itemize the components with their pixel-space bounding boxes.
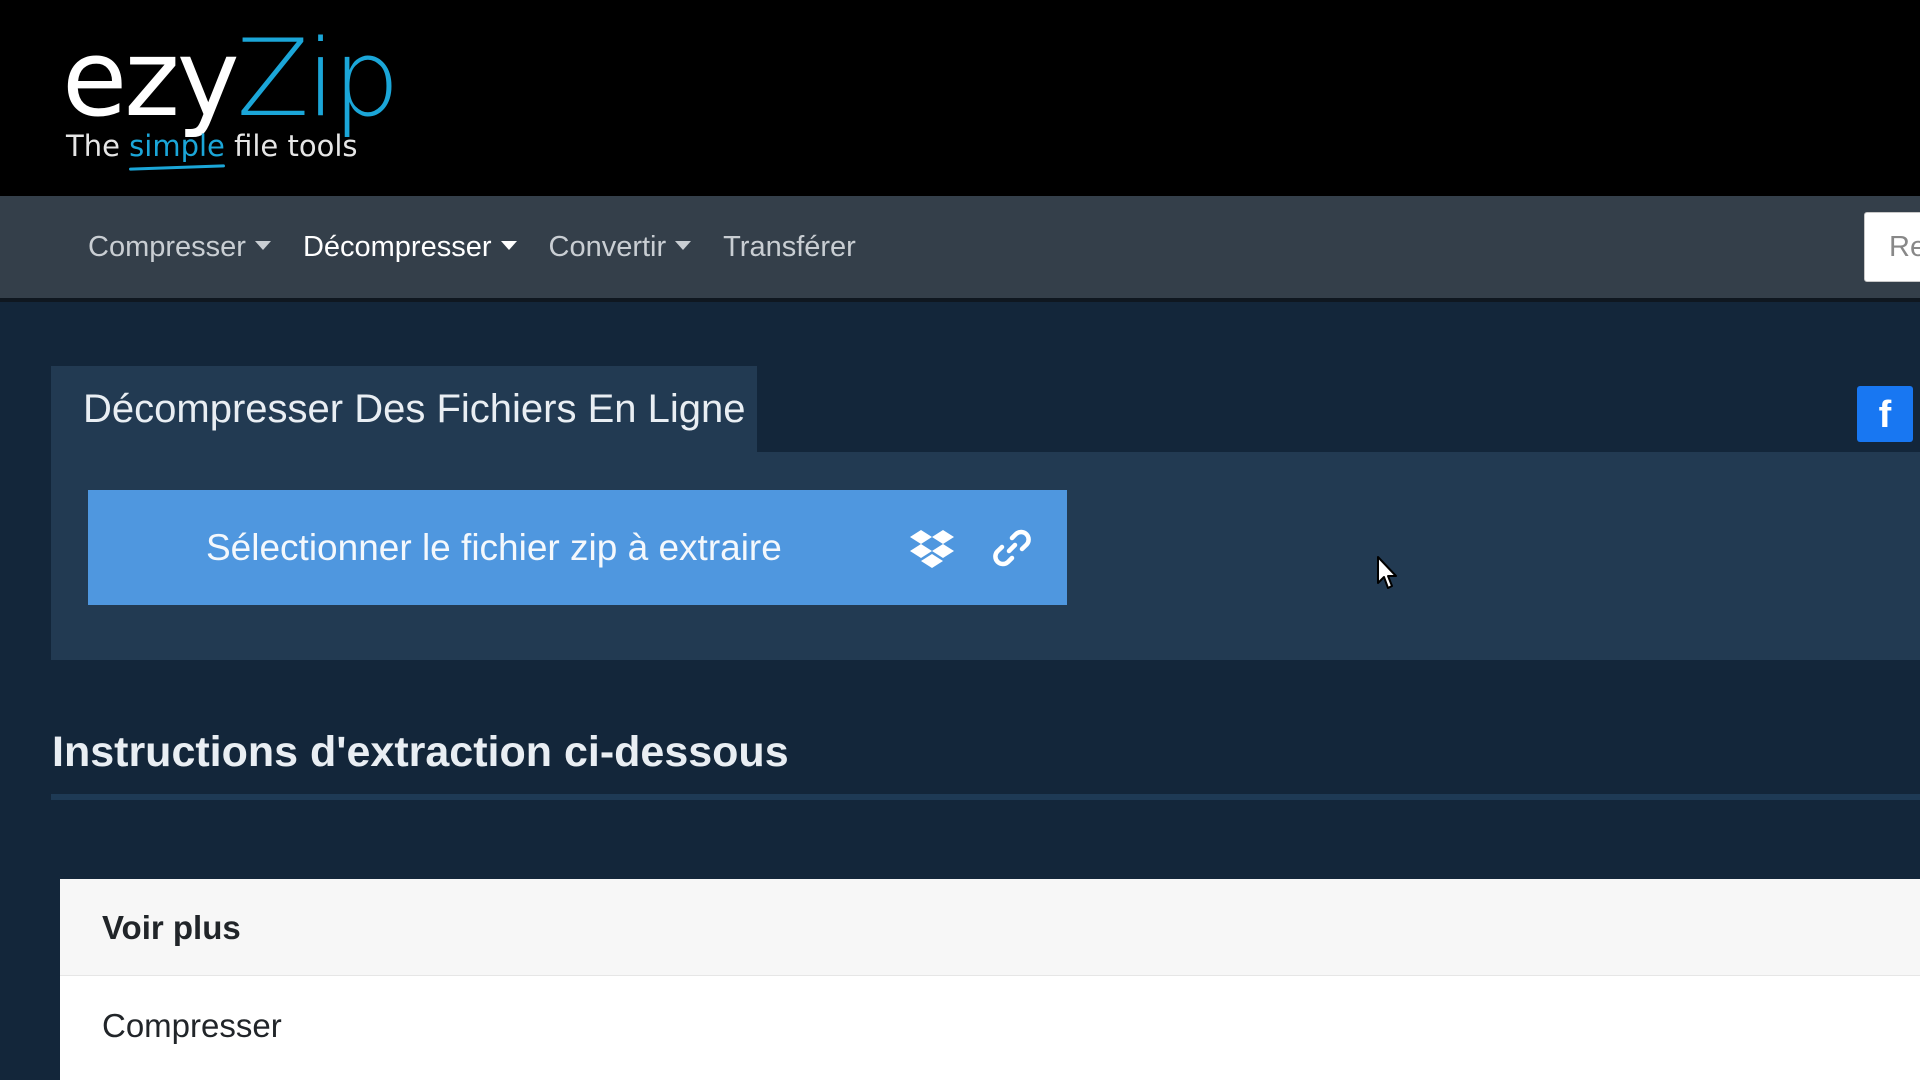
see-more-title: Voir plus [102, 909, 241, 946]
see-more-header: Voir plus [60, 879, 1920, 976]
facebook-icon: f [1878, 394, 1892, 436]
nav-item-label: Convertir [548, 230, 667, 263]
logo-wordmark-part1: ezy [62, 17, 240, 140]
dropbox-icon[interactable] [910, 526, 954, 570]
ezyzip-logo[interactable]: ezyZip The simple file tools [62, 14, 400, 174]
heading-divider [51, 794, 1920, 800]
logo-wordmark: ezyZip [62, 14, 400, 144]
facebook-share-button[interactable]: f [1857, 386, 1913, 442]
nav-list: Compresser Décompresser Convertir Transf… [88, 196, 888, 298]
nav-item-label: Compresser [88, 230, 246, 263]
search-input[interactable]: Re [1864, 212, 1920, 282]
select-zip-file-button[interactable]: Sélectionner le fichier zip à extraire [88, 490, 1067, 605]
nav-item-compresser[interactable]: Compresser [88, 231, 271, 264]
mouse-pointer-icon [1377, 556, 1397, 589]
nav-item-decompresser[interactable]: Décompresser [303, 231, 517, 264]
tagline-highlight: simple [129, 129, 225, 163]
caret-down-icon [675, 240, 692, 250]
logo-tagline: The simple file tools [66, 126, 358, 166]
tagline-after: file tools [234, 129, 358, 163]
link-icon[interactable] [990, 526, 1034, 570]
instructions-heading: Instructions d'extraction ci-dessous [52, 728, 789, 776]
see-more-link-compresser[interactable]: Compresser [102, 1007, 282, 1045]
page-title-tab: Décompresser Des Fichiers En Ligne [51, 366, 757, 452]
nav-item-convertir[interactable]: Convertir [549, 231, 692, 264]
logo-wordmark-part2: Zip [236, 17, 400, 140]
nav-item-transferer[interactable]: Transférer [723, 231, 856, 264]
caret-down-icon [500, 240, 517, 250]
main-navbar: Compresser Décompresser Convertir Transf… [0, 196, 1920, 302]
caret-down-icon [254, 240, 271, 250]
tagline-before: The [66, 129, 120, 163]
site-header: ezyZip The simple file tools [0, 0, 1920, 196]
nav-item-label: Transférer [723, 230, 856, 263]
see-more-panel: Voir plus Compresser [60, 879, 1920, 1080]
select-zip-file-label: Sélectionner le fichier zip à extraire [206, 527, 782, 568]
nav-item-label: Décompresser [302, 230, 492, 263]
